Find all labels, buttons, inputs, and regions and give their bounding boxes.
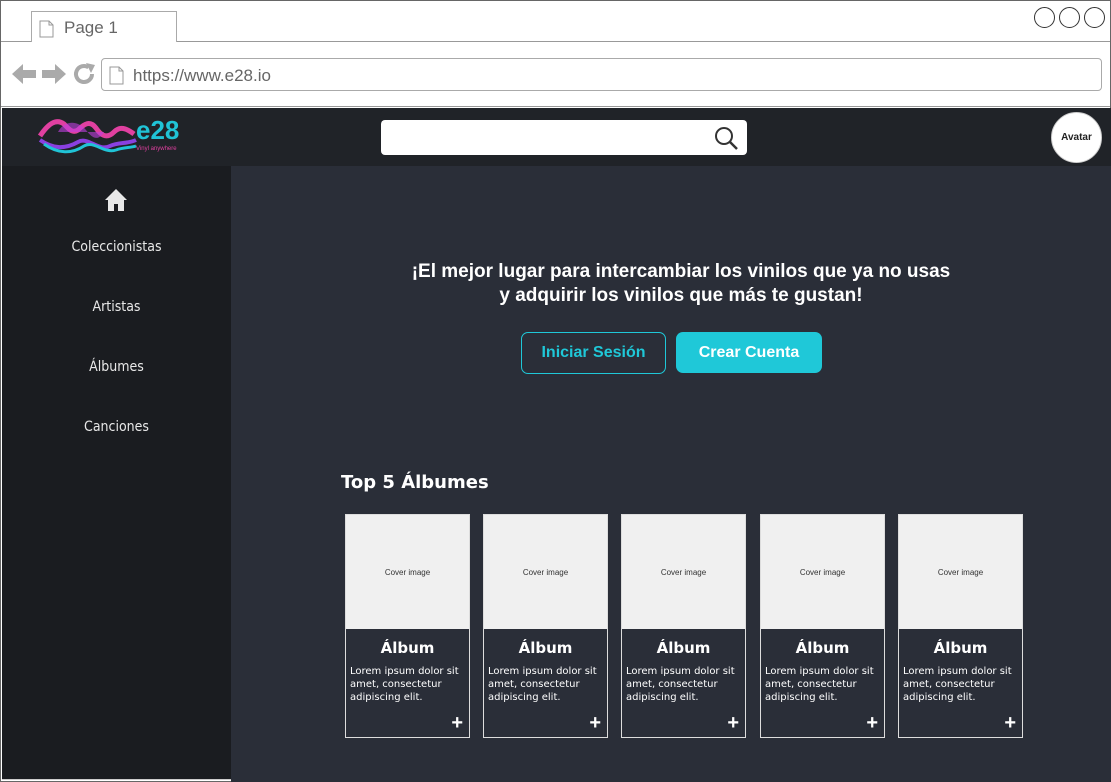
logo-tagline: Vinyl anywhere xyxy=(136,146,177,152)
album-title: Álbum xyxy=(518,639,573,657)
add-icon[interactable]: + xyxy=(589,713,601,733)
signup-button[interactable]: Crear Cuenta xyxy=(676,332,822,373)
hero-line-1: ¡El mejor lugar para intercambiar los vi… xyxy=(411,261,951,282)
album-cover: Cover image xyxy=(484,515,607,629)
address-bar[interactable]: https://www.e28.io xyxy=(101,58,1102,91)
add-icon[interactable]: + xyxy=(1004,713,1016,733)
hero-line-2: y adquirir los vinilos que más te gustan… xyxy=(499,285,863,306)
reload-icon[interactable] xyxy=(72,62,96,86)
sidebar-item-albumes[interactable]: Álbumes xyxy=(2,359,231,375)
sidebar-item-artistas[interactable]: Artistas xyxy=(2,299,231,315)
forward-arrow-icon[interactable] xyxy=(41,62,67,86)
album-cover: Cover image xyxy=(346,515,469,629)
album-card[interactable]: Cover image Álbum Lorem ipsum dolor sit … xyxy=(760,514,885,738)
browser-window: Page 1 https://www.e28.io e28 Vinyl anyw… xyxy=(0,0,1111,782)
album-title: Álbum xyxy=(380,639,435,657)
album-card[interactable]: Cover image Álbum Lorem ipsum dolor sit … xyxy=(898,514,1023,738)
back-arrow-icon[interactable] xyxy=(11,62,37,86)
tab-title: Page 1 xyxy=(64,18,118,37)
login-button[interactable]: Iniciar Sesión xyxy=(521,332,666,374)
album-cover: Cover image xyxy=(622,515,745,629)
tab-bar: Page 1 xyxy=(1,1,1110,43)
album-title: Álbum xyxy=(656,639,711,657)
album-description: Lorem ipsum dolor sit amet, consectetur … xyxy=(626,666,735,703)
album-description: Lorem ipsum dolor sit amet, consectetur … xyxy=(350,666,459,703)
search-icon[interactable] xyxy=(713,125,739,151)
close-button[interactable] xyxy=(1084,7,1105,28)
add-icon[interactable]: + xyxy=(727,713,739,733)
app-header: e28 Vinyl anywhere Avatar xyxy=(2,108,1111,166)
main-content: ¡El mejor lugar para intercambiar los vi… xyxy=(231,166,1111,782)
sidebar-item-coleccionistas[interactable]: Coleccionistas xyxy=(2,239,231,255)
album-card[interactable]: Cover image Álbum Lorem ipsum dolor sit … xyxy=(345,514,470,738)
sidebar-item-canciones[interactable]: Canciones xyxy=(2,419,231,435)
album-cover: Cover image xyxy=(761,515,884,629)
album-cover: Cover image xyxy=(899,515,1022,629)
page-icon xyxy=(109,66,124,85)
album-description: Lorem ipsum dolor sit amet, consectetur … xyxy=(765,666,874,703)
browser-navbar: https://www.e28.io xyxy=(1,42,1110,107)
minimize-button[interactable] xyxy=(1034,7,1055,28)
browser-tab[interactable]: Page 1 xyxy=(31,11,177,43)
logo-wave-icon xyxy=(38,119,137,154)
hero-title: ¡El mejor lugar para intercambiar los vi… xyxy=(231,260,1111,308)
album-card[interactable]: Cover image Álbum Lorem ipsum dolor sit … xyxy=(483,514,608,738)
top-albums-title: Top 5 Álbumes xyxy=(341,472,489,493)
home-icon[interactable] xyxy=(104,188,128,212)
search-input[interactable] xyxy=(381,120,701,155)
album-title: Álbum xyxy=(795,639,850,657)
avatar[interactable]: Avatar xyxy=(1051,112,1102,163)
add-icon[interactable]: + xyxy=(866,713,878,733)
album-title: Álbum xyxy=(933,639,988,657)
page-icon xyxy=(39,20,54,38)
maximize-button[interactable] xyxy=(1059,7,1080,28)
logo-text: e28 xyxy=(136,115,180,145)
window-controls xyxy=(1034,7,1105,28)
sidebar: Coleccionistas Artistas Álbumes Cancione… xyxy=(2,166,231,780)
add-icon[interactable]: + xyxy=(451,713,463,733)
logo[interactable]: e28 Vinyl anywhere xyxy=(38,114,188,160)
album-description: Lorem ipsum dolor sit amet, consectetur … xyxy=(488,666,597,703)
album-card[interactable]: Cover image Álbum Lorem ipsum dolor sit … xyxy=(621,514,746,738)
album-description: Lorem ipsum dolor sit amet, consectetur … xyxy=(903,666,1012,703)
url-text: https://www.e28.io xyxy=(133,66,271,85)
search-bar xyxy=(381,120,747,155)
